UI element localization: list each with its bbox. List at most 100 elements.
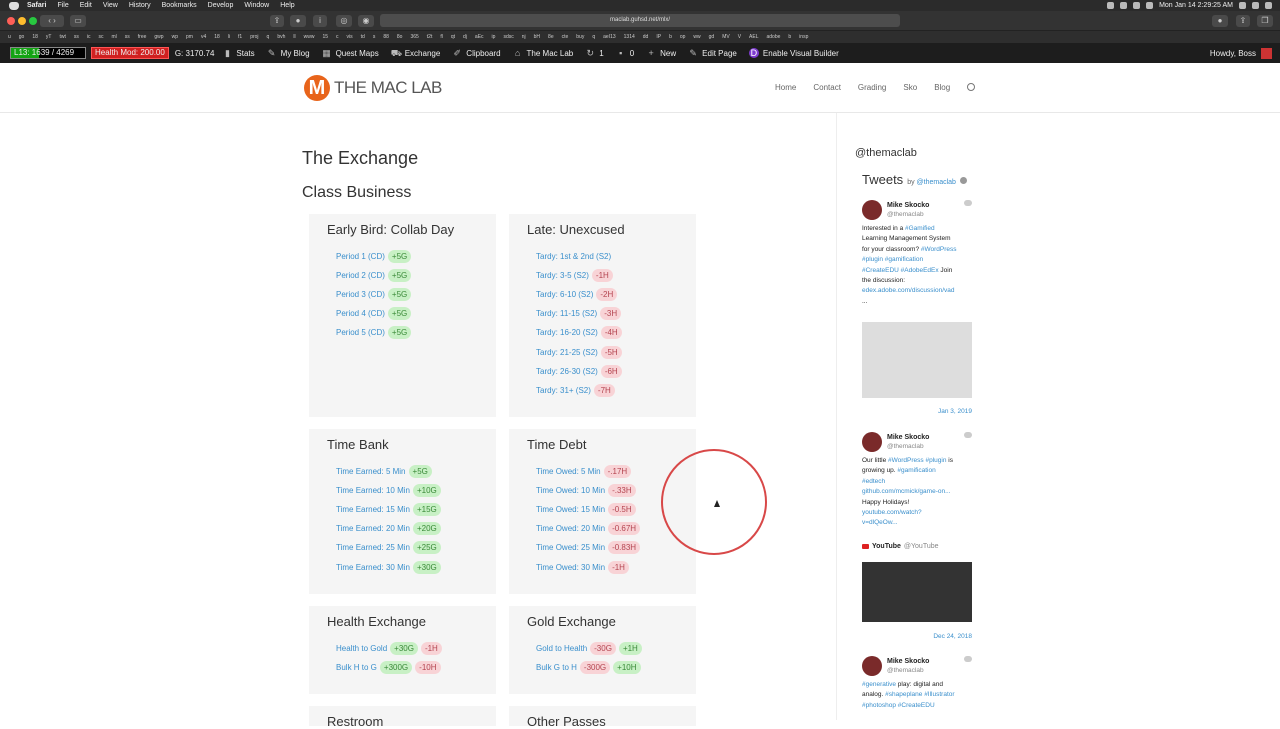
favorite-item[interactable]: v4	[201, 34, 206, 40]
favorite-item[interactable]: ll	[293, 34, 295, 40]
onepassword-icon[interactable]: ◎	[336, 15, 352, 27]
exchange-link[interactable]: Period 5 (CD)	[336, 328, 385, 337]
tweet-link[interactable]: #plugin	[862, 256, 883, 263]
exchange-row[interactable]: Tardy: 11-15 (S2) -3H	[527, 304, 696, 323]
menu-develop[interactable]: Develop	[208, 2, 234, 9]
exchange-row[interactable]: Time Owed: 25 Min -0.83H	[527, 538, 696, 557]
exchange-link[interactable]: Bulk H to G	[336, 663, 377, 672]
favorite-item[interactable]: fl	[440, 34, 443, 40]
download-icon[interactable]: ●	[1212, 15, 1228, 27]
exchange-link[interactable]: Time Earned: 10 Min	[336, 486, 410, 495]
wp-item-0[interactable]: ▪ 0	[616, 48, 634, 58]
favorite-item[interactable]: bvh	[277, 34, 285, 40]
exchange-link[interactable]: Tardy: 26-30 (S2)	[536, 367, 598, 376]
tweet-link[interactable]: #plugin	[925, 457, 946, 464]
favorite-item[interactable]: yT	[46, 34, 52, 40]
exchange-link[interactable]: Health to Gold	[336, 644, 387, 653]
search-icon[interactable]	[967, 83, 976, 91]
favorite-item[interactable]: 15	[322, 34, 328, 40]
tweet-avatar[interactable]	[862, 200, 882, 220]
favorite-item[interactable]: nj	[522, 34, 526, 40]
apple-icon[interactable]	[9, 1, 19, 10]
favorite-item[interactable]: 18	[32, 34, 38, 40]
favorite-item[interactable]: q	[592, 34, 595, 40]
favorite-item[interactable]: 365	[410, 34, 418, 40]
exchange-row[interactable]: Period 5 (CD) +5G	[327, 323, 496, 342]
search-icon[interactable]	[1239, 2, 1246, 9]
menu-history[interactable]: History	[129, 2, 151, 9]
exchange-link[interactable]: Tardy: 3-5 (S2)	[536, 271, 589, 280]
user-icon[interactable]	[1252, 2, 1259, 9]
exchange-row[interactable]: Time Earned: 20 Min +20G	[327, 519, 496, 538]
back-forward-buttons[interactable]: ‹ ›	[40, 15, 64, 27]
menubar-clock[interactable]: Mon Jan 14 2:29:25 AM	[1159, 2, 1233, 9]
tweet-avatar[interactable]	[862, 656, 882, 676]
exchange-link[interactable]: Time Owed: 25 Min	[536, 543, 605, 552]
exchange-row[interactable]: Period 1 (CD) +5G	[327, 247, 496, 266]
favorite-item[interactable]: 1314	[624, 34, 635, 40]
close-window-button[interactable]	[7, 17, 15, 25]
favorite-item[interactable]: b	[788, 34, 791, 40]
favorite-item[interactable]: vis	[347, 34, 353, 40]
exchange-link[interactable]: Time Owed: 30 Min	[536, 563, 605, 572]
exchange-link[interactable]: Tardy: 16-20 (S2)	[536, 328, 598, 337]
exchange-row[interactable]: Period 3 (CD) +5G	[327, 285, 496, 304]
favorite-item[interactable]: ss	[125, 34, 130, 40]
exchange-link[interactable]: Time Owed: 5 Min	[536, 467, 601, 476]
tweet-image[interactable]	[862, 322, 972, 398]
exchange-row[interactable]: Tardy: 6-10 (S2) -2H	[527, 285, 696, 304]
tweet-link[interactable]: #photoshop	[862, 702, 896, 709]
nav-blog[interactable]: Blog	[934, 83, 950, 92]
exchange-row[interactable]: Health to Gold +30G -1H	[327, 639, 496, 658]
favorite-item[interactable]: ww	[693, 34, 700, 40]
exchange-link[interactable]: Time Earned: 15 Min	[336, 505, 410, 514]
favorite-item[interactable]: 8e	[548, 34, 554, 40]
wp-item-new[interactable]: + New	[646, 48, 677, 58]
zoom-window-button[interactable]	[29, 17, 37, 25]
tweet-link[interactable]: #CreateEDU	[862, 267, 899, 274]
favorite-item[interactable]: MV	[722, 34, 730, 40]
extension-icon-2[interactable]: ◉	[358, 15, 374, 27]
tweet-link[interactable]: #Illustrator	[924, 691, 954, 698]
exchange-link[interactable]: Gold to Health	[536, 644, 587, 653]
favorite-item[interactable]: li	[228, 34, 230, 40]
exchange-row[interactable]: Time Earned: 10 Min +10G	[327, 481, 496, 500]
share-icon[interactable]: ⇪	[270, 15, 284, 27]
nav-contact[interactable]: Contact	[813, 83, 841, 92]
menu-file[interactable]: File	[57, 2, 68, 9]
minimize-window-button[interactable]	[18, 17, 26, 25]
favorite-item[interactable]: u	[8, 34, 11, 40]
exchange-row[interactable]: Tardy: 26-30 (S2) -6H	[527, 362, 696, 381]
nav-grading[interactable]: Grading	[858, 83, 886, 92]
exchange-row[interactable]: Bulk H to G +300G -10H	[327, 658, 496, 677]
tweet-avatar[interactable]	[862, 432, 882, 452]
exchange-link[interactable]: Tardy: 11-15 (S2)	[536, 309, 597, 318]
exchange-link[interactable]: Time Owed: 20 Min	[536, 524, 605, 533]
list-icon[interactable]	[1265, 2, 1272, 9]
favorite-item[interactable]: free	[138, 34, 147, 40]
favorite-item[interactable]: gd	[709, 34, 715, 40]
exchange-link[interactable]: Tardy: 1st & 2nd (S2)	[536, 252, 611, 261]
wp-item-clipboard[interactable]: ✐ Clipboard	[452, 48, 501, 58]
tweet-link[interactable]: v=dlQeOw...	[862, 519, 898, 526]
favorite-item[interactable]: IP	[656, 34, 661, 40]
exchange-row[interactable]: Tardy: 3-5 (S2) -1H	[527, 266, 696, 285]
menu-window[interactable]: Window	[244, 2, 269, 9]
favorite-item[interactable]: s	[373, 34, 376, 40]
youtube-thumbnail[interactable]	[862, 562, 972, 622]
exchange-link[interactable]: Period 2 (CD)	[336, 271, 385, 280]
favorite-item[interactable]: adobe	[767, 34, 781, 40]
exchange-row[interactable]: Tardy: 16-20 (S2) -4H	[527, 323, 696, 342]
favorite-item[interactable]: f1	[238, 34, 242, 40]
exchange-row[interactable]: Tardy: 31+ (S2) -7H	[527, 381, 696, 400]
wp-item-stats[interactable]: ▮ Stats	[222, 48, 255, 58]
info-icon[interactable]	[959, 177, 967, 184]
exchange-row[interactable]: Tardy: 21-25 (S2) -5H	[527, 342, 696, 361]
favorite-item[interactable]: sc	[98, 34, 103, 40]
wp-item-the-mac-lab[interactable]: ⌂ The Mac Lab	[513, 48, 573, 58]
tabs-icon[interactable]: ❐	[1257, 15, 1273, 27]
exchange-link[interactable]: Time Earned: 30 Min	[336, 563, 410, 572]
favorite-item[interactable]: buy	[576, 34, 584, 40]
tweet-date[interactable]: Jan 3, 2019	[938, 407, 972, 417]
tweet-handle[interactable]: @themaclab	[887, 666, 924, 676]
